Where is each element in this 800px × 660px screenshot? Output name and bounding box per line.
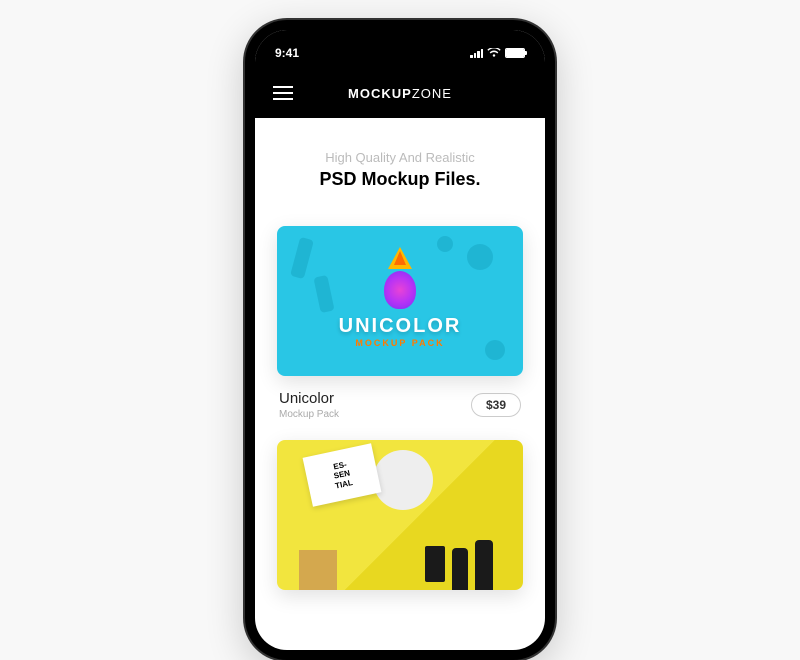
wifi-icon (487, 48, 501, 58)
product-image-unicolor[interactable]: UNICOLOR MOCKUP PACK (277, 226, 523, 376)
status-time: 9:41 (275, 46, 325, 60)
hamburger-menu-icon[interactable] (273, 86, 293, 100)
price-button[interactable]: $39 (471, 393, 521, 417)
brand-suffix: ZONE (412, 86, 452, 101)
product-card[interactable]: ES- SEN TIAL (277, 440, 523, 590)
phone-frame: 9:41 MOCKUPZONE (245, 20, 555, 660)
phone-notch (330, 20, 470, 46)
brand-prefix: MOCKUP (348, 86, 412, 101)
brand-logo: MOCKUPZONE (348, 86, 452, 101)
signal-icon (470, 48, 483, 58)
content-area[interactable]: High Quality And Realistic PSD Mockup Fi… (255, 118, 545, 590)
es-label-line3: TIAL (334, 478, 353, 491)
product-image-essential[interactable]: ES- SEN TIAL (277, 440, 523, 590)
hero-subtitle: High Quality And Realistic (277, 150, 523, 165)
product-category: Mockup Pack (279, 409, 339, 420)
app-header: MOCKUPZONE (255, 68, 545, 118)
product-meta: Unicolor Mockup Pack $39 (277, 376, 523, 420)
product-card[interactable]: UNICOLOR MOCKUP PACK Unicolor Mockup Pac… (277, 226, 523, 420)
phone-screen: 9:41 MOCKUPZONE (255, 30, 545, 650)
status-icons (470, 48, 525, 58)
card-image-subtitle: MOCKUP PACK (355, 338, 444, 348)
card-image-title: UNICOLOR (339, 315, 462, 338)
hero-title: PSD Mockup Files. (277, 169, 523, 190)
battery-icon (505, 48, 525, 58)
product-title: Unicolor (279, 390, 339, 407)
